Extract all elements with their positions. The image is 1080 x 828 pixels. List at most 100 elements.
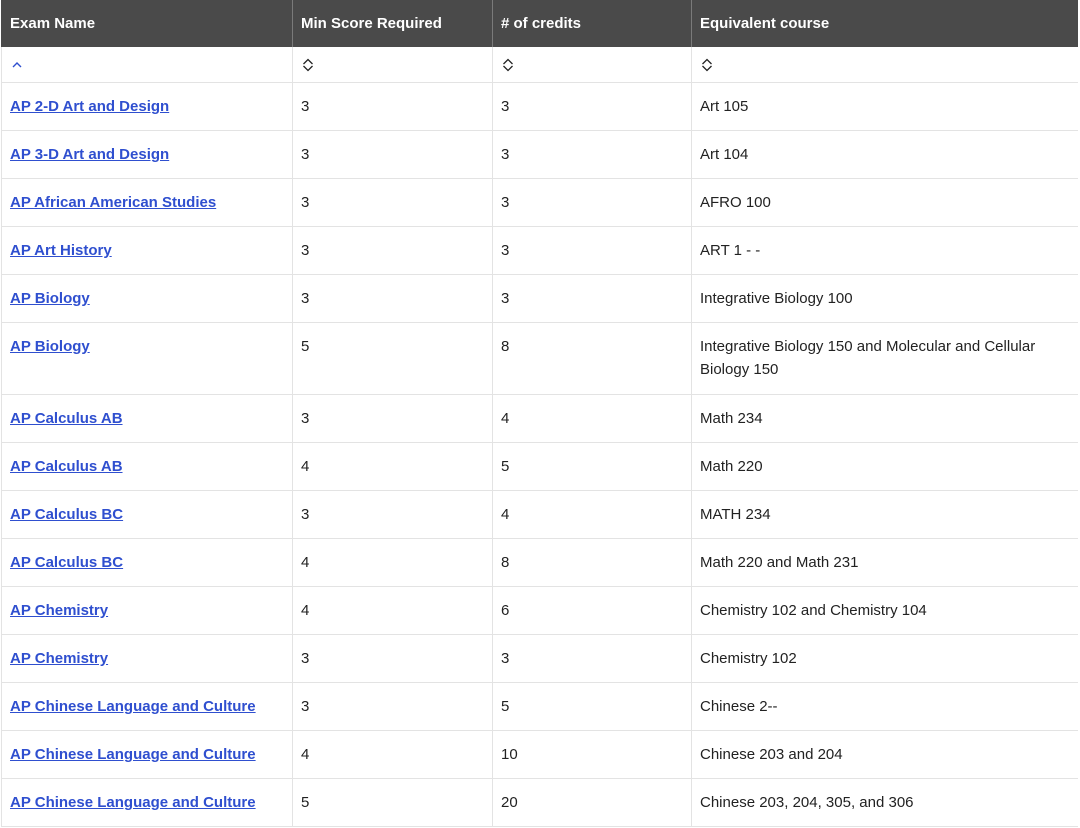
sort-ascending-icon[interactable] bbox=[10, 58, 24, 72]
min-score-cell: 3 bbox=[292, 226, 493, 275]
credits-cell: 4 bbox=[492, 394, 692, 443]
credits-cell: 5 bbox=[492, 682, 692, 731]
min-score-cell: 5 bbox=[292, 322, 493, 395]
equivalent-course-cell: Integrative Biology 150 and Molecular an… bbox=[691, 322, 1078, 395]
min-score-cell: 3 bbox=[292, 82, 493, 131]
sort-both-icon[interactable] bbox=[301, 58, 315, 72]
equivalent-course-cell: Chinese 203 and 204 bbox=[691, 730, 1078, 779]
exam-name-cell: AP Chinese Language and Culture bbox=[1, 682, 293, 731]
table-row: AP Calculus BC 3 4 MATH 234 bbox=[1, 490, 1078, 539]
header-exam-name[interactable]: Exam Name bbox=[1, 0, 293, 47]
credits-cell: 3 bbox=[492, 130, 692, 179]
equivalent-course-cell: Integrative Biology 100 bbox=[691, 274, 1078, 323]
table-row: AP Art History 3 3 ART 1 - - bbox=[1, 226, 1078, 275]
exam-credit-table-container: Exam Name Min Score Required # of credit… bbox=[1, 0, 1078, 828]
min-score-cell: 3 bbox=[292, 274, 493, 323]
table-row: AP Calculus AB 4 5 Math 220 bbox=[1, 442, 1078, 491]
sort-both-icon[interactable] bbox=[501, 58, 515, 72]
table-row: AP Biology 3 3 Integrative Biology 100 bbox=[1, 274, 1078, 323]
min-score-cell: 3 bbox=[292, 178, 493, 227]
header-equivalent-course[interactable]: Equivalent course bbox=[691, 0, 1078, 47]
exam-link[interactable]: AP Chemistry bbox=[10, 650, 108, 667]
table-row: AP Chemistry 4 6 Chemistry 102 and Chemi… bbox=[1, 586, 1078, 635]
sort-cell-equivalent-course bbox=[691, 47, 1078, 83]
credits-cell: 10 bbox=[492, 730, 692, 779]
header-min-score[interactable]: Min Score Required bbox=[292, 0, 493, 47]
min-score-cell: 4 bbox=[292, 442, 493, 491]
exam-link[interactable]: AP African American Studies bbox=[10, 194, 216, 211]
equivalent-course-cell: Chinese 203, 204, 305, and 306 bbox=[691, 778, 1078, 827]
exam-link[interactable]: AP 2-D Art and Design bbox=[10, 98, 169, 115]
exam-link[interactable]: AP Calculus BC bbox=[10, 554, 123, 571]
exam-name-cell: AP Biology bbox=[1, 274, 293, 323]
min-score-cell: 4 bbox=[292, 538, 493, 587]
credits-cell: 5 bbox=[492, 442, 692, 491]
exam-link[interactable]: AP Chemistry bbox=[10, 602, 108, 619]
exam-link[interactable]: AP Biology bbox=[10, 290, 90, 307]
table-row: AP Biology 5 8 Integrative Biology 150 a… bbox=[1, 322, 1078, 395]
min-score-cell: 3 bbox=[292, 394, 493, 443]
equivalent-course-cell: Art 105 bbox=[691, 82, 1078, 131]
table-row: AP Chinese Language and Culture 4 10 Chi… bbox=[1, 730, 1078, 779]
credits-cell: 6 bbox=[492, 586, 692, 635]
credits-cell: 3 bbox=[492, 274, 692, 323]
table-row: AP Chemistry 3 3 Chemistry 102 bbox=[1, 634, 1078, 683]
sort-both-icon[interactable] bbox=[700, 58, 714, 72]
min-score-cell: 4 bbox=[292, 586, 493, 635]
sort-cell-credits bbox=[492, 47, 692, 83]
equivalent-course-cell: Chemistry 102 bbox=[691, 634, 1078, 683]
exam-name-cell: AP 2-D Art and Design bbox=[1, 82, 293, 131]
equivalent-course-cell: MATH 234 bbox=[691, 490, 1078, 539]
exam-link[interactable]: AP Art History bbox=[10, 242, 112, 259]
credits-cell: 8 bbox=[492, 538, 692, 587]
table-row: AP African American Studies 3 3 AFRO 100 bbox=[1, 178, 1078, 227]
equivalent-course-cell: Chemistry 102 and Chemistry 104 bbox=[691, 586, 1078, 635]
exam-name-cell: AP Calculus BC bbox=[1, 538, 293, 587]
min-score-cell: 3 bbox=[292, 682, 493, 731]
credits-cell: 3 bbox=[492, 178, 692, 227]
exam-link[interactable]: AP Chinese Language and Culture bbox=[10, 698, 256, 715]
min-score-cell: 3 bbox=[292, 634, 493, 683]
exam-name-cell: AP Biology bbox=[1, 322, 293, 395]
exam-name-cell: AP Chemistry bbox=[1, 586, 293, 635]
exam-name-cell: AP Calculus AB bbox=[1, 394, 293, 443]
credits-cell: 3 bbox=[492, 226, 692, 275]
exam-link[interactable]: AP Calculus AB bbox=[10, 458, 123, 475]
table-row: AP Chinese Language and Culture 3 5 Chin… bbox=[1, 682, 1078, 731]
credits-cell: 20 bbox=[492, 778, 692, 827]
equivalent-course-cell: ART 1 - - bbox=[691, 226, 1078, 275]
exam-link[interactable]: AP 3-D Art and Design bbox=[10, 146, 169, 163]
table-header-row: Exam Name Min Score Required # of credit… bbox=[1, 0, 1078, 47]
exam-name-cell: AP Calculus AB bbox=[1, 442, 293, 491]
exam-link[interactable]: AP Biology bbox=[10, 338, 90, 355]
equivalent-course-cell: Math 220 bbox=[691, 442, 1078, 491]
exam-name-cell: AP Chinese Language and Culture bbox=[1, 730, 293, 779]
exam-link[interactable]: AP Calculus AB bbox=[10, 410, 123, 427]
min-score-cell: 3 bbox=[292, 130, 493, 179]
header-credits[interactable]: # of credits bbox=[492, 0, 692, 47]
table-row: AP 2-D Art and Design 3 3 Art 105 bbox=[1, 82, 1078, 131]
exam-name-cell: AP 3-D Art and Design bbox=[1, 130, 293, 179]
equivalent-course-cell: Math 220 and Math 231 bbox=[691, 538, 1078, 587]
equivalent-course-cell: Chinese 2-- bbox=[691, 682, 1078, 731]
exam-link[interactable]: AP Chinese Language and Culture bbox=[10, 794, 256, 811]
credits-cell: 8 bbox=[492, 322, 692, 395]
exam-name-cell: AP Calculus BC bbox=[1, 490, 293, 539]
exam-link[interactable]: AP Chinese Language and Culture bbox=[10, 746, 256, 763]
exam-link[interactable]: AP Calculus BC bbox=[10, 506, 123, 523]
table-row: AP Calculus AB 3 4 Math 234 bbox=[1, 394, 1078, 443]
equivalent-course-cell: AFRO 100 bbox=[691, 178, 1078, 227]
equivalent-course-cell: Math 234 bbox=[691, 394, 1078, 443]
exam-name-cell: AP Chemistry bbox=[1, 634, 293, 683]
equivalent-course-cell: Art 104 bbox=[691, 130, 1078, 179]
table-row: AP Chinese Language and Culture 5 20 Chi… bbox=[1, 778, 1078, 827]
exam-name-cell: AP Art History bbox=[1, 226, 293, 275]
credits-cell: 3 bbox=[492, 634, 692, 683]
table-row: AP 3-D Art and Design 3 3 Art 104 bbox=[1, 130, 1078, 179]
min-score-cell: 4 bbox=[292, 730, 493, 779]
min-score-cell: 3 bbox=[292, 490, 493, 539]
credits-cell: 3 bbox=[492, 82, 692, 131]
sort-cell-min-score bbox=[292, 47, 493, 83]
credits-cell: 4 bbox=[492, 490, 692, 539]
sort-controls-row bbox=[1, 47, 1078, 83]
